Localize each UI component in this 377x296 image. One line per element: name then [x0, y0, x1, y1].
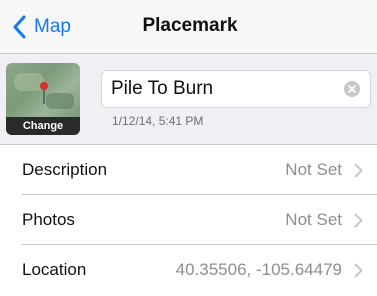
row-label: Photos	[22, 210, 75, 229]
details-table: Description Not Set Photos Not Set Locat…	[0, 144, 377, 296]
row-label: Description	[22, 160, 108, 179]
clear-icon[interactable]	[344, 81, 360, 97]
row-label: Location	[22, 260, 87, 279]
row-value: Not Set	[285, 160, 342, 179]
chevron-right-icon	[354, 163, 363, 178]
description-row[interactable]: Description Not Set	[0, 145, 377, 195]
name-field[interactable]	[101, 70, 371, 108]
back-button-label: Map	[34, 16, 71, 37]
change-photo-button[interactable]: Change	[6, 117, 80, 135]
navigation-bar: Map Placemark	[0, 0, 377, 54]
map-terrain	[46, 93, 74, 109]
page-title: Placemark	[142, 15, 238, 36]
row-value: 40.35506, -105.64479	[175, 260, 342, 279]
timestamp: 1/12/14, 5:41 PM	[112, 114, 204, 128]
placemark-header: Change 1/12/14, 5:41 PM	[0, 54, 377, 144]
location-row[interactable]: Location 40.35506, -105.64479	[0, 245, 377, 295]
photos-row[interactable]: Photos Not Set	[0, 195, 377, 245]
back-chevron-icon	[13, 15, 26, 39]
name-input[interactable]	[111, 71, 331, 107]
map-thumbnail[interactable]: Change	[6, 63, 80, 135]
back-button[interactable]: Map	[12, 14, 71, 40]
chevron-right-icon	[354, 213, 363, 228]
row-value: Not Set	[285, 210, 342, 229]
chevron-right-icon	[354, 263, 363, 278]
map-pin-icon	[40, 82, 48, 104]
